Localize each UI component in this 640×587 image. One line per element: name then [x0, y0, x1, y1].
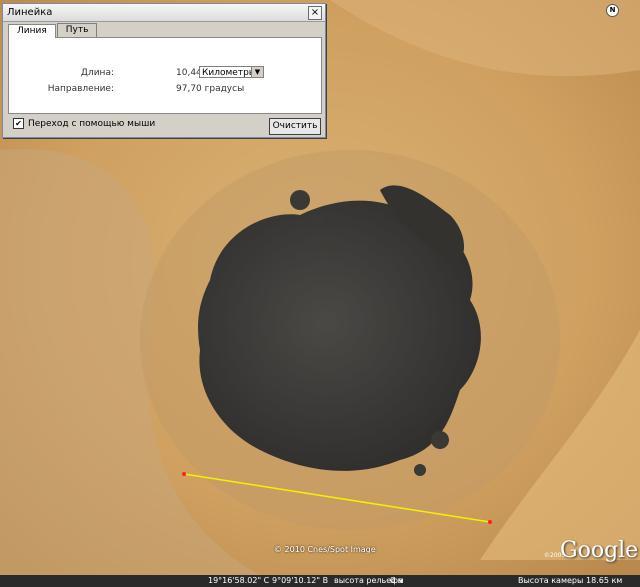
clear-button[interactable]: Очистить [269, 118, 321, 135]
elevation-value: 0 м [390, 576, 404, 585]
heading-value: 97,70 градусы [176, 84, 245, 94]
status-bar: 19°16'58.02" С 9°09'10.12" В высота рель… [0, 575, 640, 587]
rock-outlier [431, 431, 449, 449]
latitude-readout: 19°16'58.02" С [208, 576, 270, 585]
close-button[interactable]: × [308, 5, 322, 20]
length-label: Длина: [80, 68, 114, 78]
longitude-readout: 9°09'10.12" В [272, 576, 329, 585]
rock-outlier [311, 215, 325, 229]
window-title: Линейка [7, 7, 53, 18]
mouse-nav-checkbox[interactable]: ✔ [13, 118, 24, 129]
window-titlebar[interactable]: Линейка × [3, 4, 325, 22]
rock-outlier [414, 464, 426, 476]
camera-altitude-value: 18.65 км [586, 576, 623, 585]
ruler-end-point[interactable] [488, 520, 492, 524]
heading-label: Направление: [47, 84, 114, 94]
ruler-window: Линейка × Линия Путь Длина: 10,44 Киломе… [2, 3, 326, 138]
dropdown-arrow-icon[interactable]: ▼ [251, 67, 263, 77]
unit-select-value: Километры [202, 68, 256, 78]
measure-panel: Длина: 10,44 Километры ▼ Направление: 97… [8, 37, 322, 114]
length-value: 10,44 [176, 68, 202, 78]
unit-select[interactable]: Километры ▼ [199, 66, 264, 78]
camera-altitude-label: Высота камеры [518, 576, 584, 585]
imagery-copyright: © 2010 Cnes/Spot Image [274, 545, 376, 554]
mouse-nav-option[interactable]: ✔ Переход с помощью мыши [13, 118, 155, 129]
ruler-start-point[interactable] [182, 472, 186, 476]
mouse-nav-label: Переход с помощью мыши [28, 118, 156, 129]
google-logo: Google [560, 538, 639, 563]
north-compass-icon[interactable]: N [606, 4, 619, 17]
rock-outlier [290, 190, 310, 210]
tab-line[interactable]: Линия [8, 24, 56, 38]
tab-bar: Линия Путь [8, 23, 98, 38]
tab-path[interactable]: Путь [56, 23, 98, 37]
